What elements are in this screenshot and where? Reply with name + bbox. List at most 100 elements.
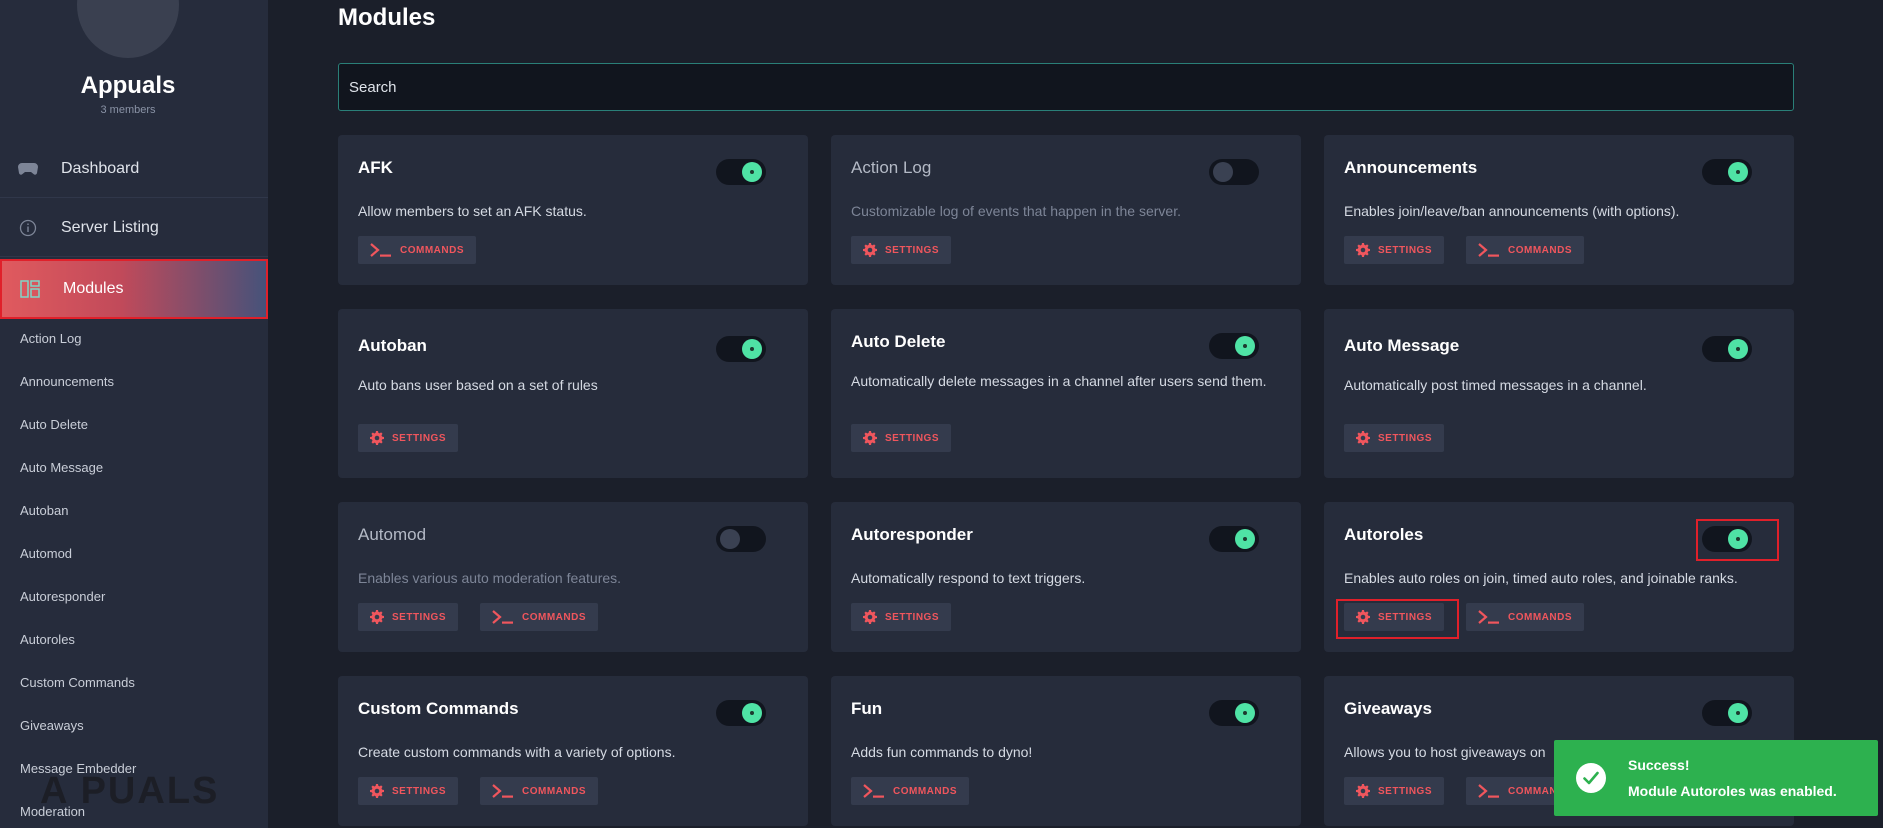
module-title: Custom Commands — [358, 699, 519, 718]
settings-button[interactable]: SETTINGS — [851, 236, 952, 264]
settings-button[interactable]: SETTINGS — [358, 777, 459, 805]
search-input[interactable] — [338, 63, 1794, 111]
nav-dashboard[interactable]: Dashboard — [0, 140, 268, 198]
server-name: Appuals — [80, 72, 176, 99]
module-toggle-auto-message[interactable] — [1702, 336, 1752, 362]
module-card-auto-message: Auto Message Automatically post timed mes… — [1324, 309, 1794, 478]
terminal-icon — [1478, 243, 1500, 257]
toggle-knob — [1728, 339, 1748, 359]
gear-icon — [863, 431, 877, 445]
module-card-fun: Fun Adds fun commands to dyno! COMMANDS — [831, 676, 1301, 826]
toast-title: Success! — [1628, 757, 1690, 773]
module-card-custom-commands: Custom Commands Create custom commands wi… — [338, 676, 808, 826]
modules-icon — [20, 279, 40, 299]
module-card-afk: AFK Allow members to set an AFK status. CO… — [338, 135, 808, 285]
module-toggle-giveaways[interactable] — [1702, 700, 1752, 726]
terminal-icon — [863, 784, 885, 798]
toggle-knob — [1235, 336, 1255, 356]
terminal-icon — [1478, 784, 1500, 798]
commands-button[interactable]: COMMANDS — [358, 236, 476, 264]
module-description: Automatically post timed messages in a c… — [1344, 377, 1647, 393]
button-label: SETTINGS — [1378, 785, 1433, 797]
settings-button[interactable]: SETTINGS — [851, 424, 952, 452]
module-card-auto-delete: Auto Delete Automatically delete messages… — [831, 309, 1301, 478]
sub-item-auto-message[interactable]: Auto Message — [20, 460, 103, 475]
toggle-knob — [742, 339, 762, 359]
sub-item-action-log[interactable]: Action Log — [20, 331, 81, 346]
highlight-settings-autoroles — [1336, 599, 1459, 639]
module-description: Automatically delete messages in a chann… — [851, 373, 1267, 389]
module-card-announcements: Announcements Enables join/leave/ban anno… — [1324, 135, 1794, 285]
watermark-logo: A PUALS — [40, 770, 220, 812]
module-title: Fun — [851, 699, 883, 718]
gear-icon — [1356, 431, 1370, 445]
sub-item-giveaways[interactable]: Giveaways — [20, 718, 84, 733]
settings-button[interactable]: SETTINGS — [358, 603, 459, 631]
module-toggle-autoban[interactable] — [716, 336, 766, 362]
settings-button[interactable]: SETTINGS — [851, 603, 952, 631]
toggle-knob — [1728, 703, 1748, 723]
terminal-icon — [492, 784, 514, 798]
sub-item-autoban[interactable]: Autoban — [20, 503, 68, 518]
sub-item-auto-delete[interactable]: Auto Delete — [20, 417, 88, 432]
module-toggle-automod[interactable] — [716, 526, 766, 552]
sub-item-autoroles[interactable]: Autoroles — [20, 632, 75, 647]
module-title: Announcements — [1344, 158, 1478, 177]
module-description: Enables auto roles on join, timed auto r… — [1344, 570, 1738, 586]
nav-label: Server Listing — [61, 218, 159, 236]
commands-button[interactable]: COMMANDS — [1466, 603, 1584, 631]
gear-icon — [370, 431, 384, 445]
commands-button[interactable]: COMMANDS — [480, 603, 598, 631]
sub-item-announcements[interactable]: Announcements — [20, 374, 114, 389]
button-label: COMMANDS — [522, 785, 586, 797]
button-label: COMMANDS — [1508, 611, 1572, 623]
module-toggle-auto-delete[interactable] — [1209, 333, 1259, 359]
nav-label: Modules — [63, 280, 124, 297]
module-toggle-action-log[interactable] — [1209, 159, 1259, 185]
nav-server-listing[interactable]: Server Listing — [0, 199, 268, 257]
module-toggle-afk[interactable] — [716, 159, 766, 185]
commands-button[interactable]: COMMANDS — [480, 777, 598, 805]
module-description: Automatically respond to text triggers. — [851, 570, 1086, 586]
sidebar: A Appuals 3 members Dashboard Server Lis… — [0, 0, 268, 828]
module-title: Auto Delete — [851, 332, 946, 351]
module-title: Giveaways — [1344, 699, 1432, 718]
module-toggle-custom-commands[interactable] — [716, 700, 766, 726]
module-title: Automod — [358, 525, 427, 544]
module-toggle-announcements[interactable] — [1702, 159, 1752, 185]
sub-item-automod[interactable]: Automod — [20, 546, 72, 561]
toggle-knob — [742, 162, 762, 182]
button-label: SETTINGS — [392, 785, 447, 797]
sub-item-custom-commands[interactable]: Custom Commands — [20, 675, 135, 690]
terminal-icon — [492, 610, 514, 624]
gamepad-icon — [18, 159, 38, 179]
button-label: SETTINGS — [885, 611, 940, 623]
button-label: SETTINGS — [885, 244, 940, 256]
toggle-knob — [1728, 162, 1748, 182]
module-card-autoresponder: Autoresponder Automatically respond to te… — [831, 502, 1301, 652]
button-label: SETTINGS — [392, 611, 447, 623]
info-icon — [18, 218, 38, 238]
settings-button[interactable]: SETTINGS — [1344, 236, 1445, 264]
gear-icon — [370, 610, 384, 624]
server-avatar[interactable]: A — [77, 0, 179, 58]
gear-icon — [1356, 243, 1370, 257]
sub-item-autoresponder[interactable]: Autoresponder — [20, 589, 105, 604]
commands-button[interactable]: COMMANDS — [1466, 236, 1584, 264]
success-toast[interactable]: Success! Module Autoroles was enabled. — [1554, 740, 1878, 816]
settings-button[interactable]: SETTINGS — [1344, 424, 1445, 452]
module-toggle-fun[interactable] — [1209, 700, 1259, 726]
module-description: Adds fun commands to dyno! — [851, 744, 1033, 760]
gear-icon — [863, 610, 877, 624]
nav-label: Dashboard — [61, 159, 140, 177]
settings-button[interactable]: SETTINGS — [358, 424, 459, 452]
toast-message: Module Autoroles was enabled. — [1628, 783, 1837, 799]
commands-button[interactable]: COMMANDS — [851, 777, 969, 805]
settings-button[interactable]: SETTINGS — [1344, 777, 1445, 805]
button-label: COMMANDS — [893, 785, 957, 797]
check-icon — [1576, 763, 1606, 793]
nav-modules[interactable]: Modules — [0, 259, 268, 319]
module-card-automod: Automod Enables various auto moderation f… — [338, 502, 808, 652]
module-title: AFK — [358, 158, 393, 177]
module-toggle-autoresponder[interactable] — [1209, 526, 1259, 552]
